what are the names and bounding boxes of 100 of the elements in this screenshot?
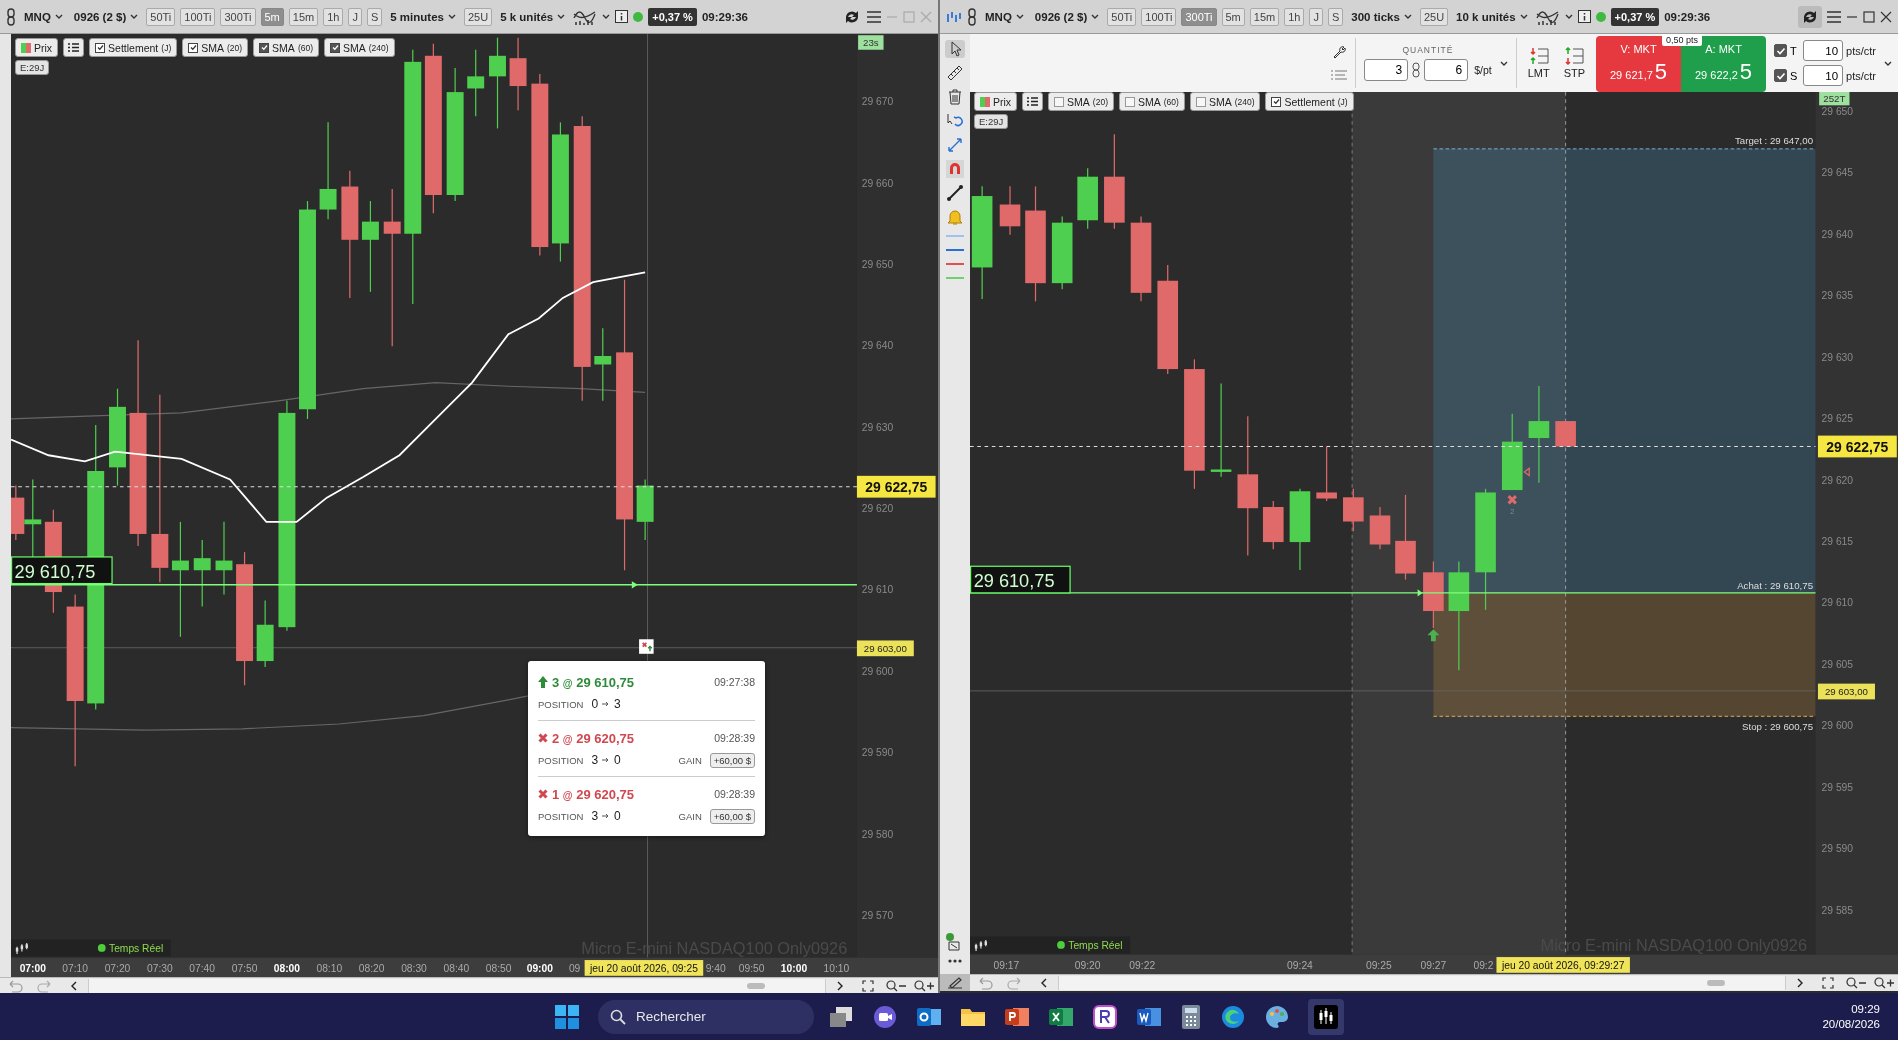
palette-icon[interactable] [1264,1003,1290,1030]
contract-dropdown[interactable]: 0926 (2 $) [70,10,142,23]
caret-icon [1091,14,1100,19]
interval-button[interactable]: 1h [1284,7,1305,26]
contract-dropdown[interactable]: 0926 (2 $) [1031,10,1103,23]
indicator-toggle[interactable]: SMA (240) [324,38,395,57]
position-to: 3 [614,697,621,711]
menu-icon[interactable] [1827,10,1841,23]
price-button[interactable]: Prix [974,92,1018,111]
maximize-icon[interactable] [1863,10,1875,23]
indicator-toggle[interactable]: SMA (60) [253,38,319,57]
magnet-icon[interactable] [946,160,964,178]
interval-button[interactable]: 50Ti [146,7,176,26]
interval-button[interactable]: S [366,7,383,26]
indicator-checkbox[interactable] [1054,96,1065,107]
volume-dropdown[interactable]: 5 k unités [497,10,569,23]
tick-chart-icon[interactable] [946,9,962,24]
bracket-value-field[interactable]: 10 [1803,65,1844,86]
bracket-checkbox[interactable] [1774,69,1788,82]
symbol-dropdown[interactable]: MNQ [21,10,66,23]
ruler-icon[interactable] [946,64,964,82]
indicator-toggle[interactable]: SMA (60) [1119,92,1185,111]
indicator-checkbox[interactable] [1271,96,1282,107]
indicator-checkbox[interactable] [1195,96,1206,107]
bracket-checkbox[interactable] [1774,44,1788,57]
indicator-list-button[interactable] [1022,92,1044,111]
interval-button[interactable]: J [1309,7,1323,26]
interval-button[interactable]: 15m [1249,7,1280,26]
interval-button[interactable]: 1h [323,7,344,26]
limit-order-button[interactable]: LMT [1524,47,1553,79]
line-style-icon[interactable] [946,246,964,254]
order-arrows-icon [1564,47,1585,65]
browser-icon[interactable] [1220,1003,1246,1030]
price-button[interactable]: Prix [15,38,59,57]
interval-button[interactable]: 100Ti [1141,7,1177,26]
info-icon[interactable] [615,10,629,23]
indicator-checkbox[interactable] [188,42,199,53]
sync-icon[interactable] [1798,5,1822,28]
link-icon[interactable] [967,7,977,26]
more-icon[interactable] [947,958,963,964]
status-label: Temps Réel [1068,940,1123,952]
indicator-toggle[interactable]: SMA (20) [1048,92,1114,111]
bracket-value-field[interactable]: 10 [1803,40,1844,61]
interval-button[interactable]: 50Ti [1107,7,1137,26]
interval-button[interactable]: J [348,7,362,26]
interval-button[interactable]: S [1327,7,1344,26]
cursor-icon[interactable] [945,40,965,58]
interval-button[interactable]: 5m [1221,7,1245,26]
quantity-field[interactable]: 3 [1364,59,1409,81]
line-style-icon[interactable] [946,260,964,268]
symbol-dropdown[interactable]: MNQ [982,10,1027,23]
stop-order-button[interactable]: STP [1560,47,1589,79]
trade-time: 09:27:38 [714,676,755,688]
multiplier-field[interactable]: 6 [1424,59,1469,81]
interval-button[interactable]: 100Ti [180,7,216,26]
trading-app-button[interactable] [1308,998,1344,1035]
period-dropdown[interactable]: 5 minutes [387,10,459,23]
indicator-checkbox[interactable] [95,42,106,53]
video-call-icon[interactable] [872,1003,898,1030]
link-icon[interactable] [6,7,16,26]
price-color-icon [980,96,990,107]
interval-button[interactable]: 300Ti [220,7,256,26]
units-button[interactable]: 25U [1419,7,1449,26]
info-icon[interactable] [1577,10,1591,23]
calculator-icon[interactable] [1180,1003,1202,1030]
period-dropdown[interactable]: 300 ticks [1348,10,1415,23]
trash-icon[interactable] [947,88,963,106]
time-axis-label: 10:00 [780,962,808,974]
scrollbar-thumb[interactable] [1707,980,1725,986]
app-frame-icon[interactable] [1092,1003,1118,1030]
horizontal-scrollbar[interactable] [88,979,826,993]
line-tool-icon[interactable] [946,184,964,202]
arrows-icon[interactable] [946,136,964,154]
horizontal-scrollbar[interactable] [1058,976,1786,990]
trade-time: 09:28:39 [714,788,755,800]
indicator-list-button[interactable] [63,38,85,57]
draw-tool-button[interactable] [940,975,970,991]
indicator-toggle[interactable]: SMA (240) [1189,92,1261,111]
indicator-checkbox[interactable] [259,42,270,53]
scrollbar-thumb[interactable] [747,983,765,989]
interval-button[interactable]: 15m [288,7,319,26]
wrench-icon[interactable] [1332,45,1347,59]
close-icon[interactable] [1880,10,1892,23]
link-icon[interactable] [1411,62,1422,78]
connection-status-dot [1595,11,1606,22]
indicator-toggle[interactable]: SMA (20) [182,38,249,57]
search-field[interactable]: Rechercher [598,999,814,1034]
candlestick [1369,506,1391,550]
indicator-toggle[interactable]: Settlement (J) [89,38,178,57]
indicator-toggle[interactable]: Settlement (J) [1265,92,1354,111]
check-icon [189,44,197,51]
entry-price-badge: 29 610,75 [970,565,1071,594]
start-icon[interactable] [554,1003,580,1030]
volume-dropdown[interactable]: 10 k unités [1453,10,1531,23]
menu-icon[interactable] [867,10,881,23]
indicator-checkbox[interactable] [330,42,340,53]
cross-icon [1507,494,1518,505]
indicator-checkbox[interactable] [1125,96,1135,107]
bracket-unit: pts/ctr [1846,44,1876,57]
units-button[interactable]: 25U [463,7,493,26]
